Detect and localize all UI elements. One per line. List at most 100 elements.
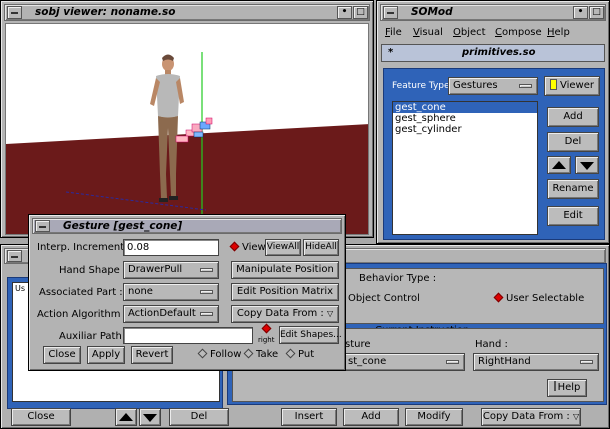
hand-shape-label: Hand Shape : xyxy=(59,265,127,276)
add-button[interactable]: Add xyxy=(343,408,399,426)
dropdown-triangle-icon: ▽ xyxy=(326,309,334,318)
revert-button[interactable]: Revert xyxy=(131,346,173,364)
window-menu-icon[interactable] xyxy=(383,6,398,19)
close-button[interactable]: Close xyxy=(11,408,71,426)
behavior-type-label: Behavior Type : xyxy=(359,273,437,284)
copy-data-from-button[interactable]: Copy Data From : ▽ xyxy=(231,305,339,323)
rename-button[interactable]: Rename xyxy=(547,179,599,199)
action-algo-select[interactable]: ActionDefault xyxy=(123,305,219,323)
hand-select[interactable]: RightHand xyxy=(473,353,599,371)
3d-viewport[interactable] xyxy=(5,23,369,235)
bottom-bar: Close Del Insert Add Modify Copy Data Fr… xyxy=(5,405,605,427)
viewer-toggle-button[interactable]: Viewer xyxy=(544,76,600,96)
manipulate-position-button[interactable]: Manipulate Position xyxy=(231,261,339,279)
right-radio-icon[interactable] xyxy=(261,323,272,334)
radio-on-icon xyxy=(229,241,240,252)
right-label: right xyxy=(258,336,275,344)
move-down-button[interactable] xyxy=(139,408,161,426)
auxiliar-label: Auxiliar Path : xyxy=(59,331,129,342)
close-button[interactable]: Close xyxy=(43,346,81,364)
move-up-button[interactable] xyxy=(547,156,571,174)
maximize-icon[interactable]: □ xyxy=(589,6,604,19)
help-button[interactable]: Help xyxy=(547,379,587,397)
window-menu-icon[interactable] xyxy=(7,250,22,262)
arrow-up-icon xyxy=(552,161,566,169)
apply-button[interactable]: Apply xyxy=(87,346,125,364)
window-menu-icon[interactable] xyxy=(7,6,22,19)
gesture-title: Gesture [gest_cone] xyxy=(63,220,183,232)
file-bar: * primitives.so xyxy=(381,44,605,62)
del-button[interactable]: Del xyxy=(169,408,229,426)
menu-object[interactable]: Object xyxy=(453,27,486,38)
hand-label: Hand : xyxy=(475,339,508,350)
add-button[interactable]: Add xyxy=(547,107,599,127)
take-label: Take xyxy=(256,349,279,360)
help-indicator xyxy=(553,381,556,391)
interp-input[interactable]: 0.08 xyxy=(123,239,219,256)
put-radio[interactable]: Put xyxy=(285,348,315,360)
viewer-titlebar[interactable]: sobj viewer: noname.so • □ xyxy=(4,4,370,21)
object-control-radio[interactable]: Object Control xyxy=(335,292,420,304)
menu-file[interactable]: File xyxy=(385,27,402,38)
scene-svg xyxy=(6,52,368,234)
viewall-button[interactable]: ViewAll xyxy=(265,239,301,256)
move-down-button[interactable] xyxy=(575,156,599,174)
action-algo-label: Action Algorithm : xyxy=(37,309,128,320)
gesture-value: st_cone xyxy=(348,356,387,367)
hand-value: RightHand xyxy=(478,356,531,367)
auxiliar-input[interactable] xyxy=(123,327,253,344)
list-item[interactable]: gest_cone xyxy=(393,102,537,113)
feature-panel: Feature Type Gestures Viewer gest_cone ge… xyxy=(383,68,605,240)
minimize-icon[interactable]: • xyxy=(337,6,352,19)
put-label: Put xyxy=(298,349,315,360)
viewer-title: sobj viewer: noname.so xyxy=(35,6,176,18)
hand-shape-select[interactable]: DrawerPull xyxy=(123,261,219,279)
user-selectable-radio[interactable]: User Selectable xyxy=(493,292,585,304)
viewer-toggle-indicator xyxy=(550,79,557,90)
assoc-part-select[interactable]: none xyxy=(123,283,219,301)
edit-shapes-button[interactable]: Edit Shapes... xyxy=(279,326,342,344)
copy-data-from-button[interactable]: Copy Data From : ▽ xyxy=(481,408,581,426)
radio-on-icon xyxy=(493,292,504,303)
modify-button[interactable]: Modify xyxy=(405,408,463,426)
menu-visual[interactable]: Visual xyxy=(413,27,443,38)
action-algo-value: ActionDefault xyxy=(128,308,196,319)
minimize-icon[interactable]: • xyxy=(573,6,588,19)
list-item[interactable]: gest_sphere xyxy=(393,113,537,124)
arrow-down-icon xyxy=(143,414,157,422)
view-radio[interactable]: View xyxy=(229,241,266,253)
gesture-titlebar[interactable]: Gesture [gest_cone] xyxy=(32,218,342,234)
assoc-part-label: Associated Part : xyxy=(39,287,123,298)
gesture-select[interactable]: st_cone xyxy=(343,353,465,371)
take-radio[interactable]: Take xyxy=(243,348,279,360)
window-menu-icon[interactable] xyxy=(35,220,50,232)
somod-titlebar[interactable]: SOMod • □ xyxy=(380,4,606,21)
maximize-icon[interactable]: □ xyxy=(353,6,368,19)
user-selectable-label: User Selectable xyxy=(506,293,585,304)
follow-label: Follow xyxy=(210,349,242,360)
move-up-button[interactable] xyxy=(115,408,137,426)
radio-off-icon xyxy=(197,348,208,359)
edit-position-matrix-button[interactable]: Edit Position Matrix xyxy=(231,283,339,301)
list-item[interactable]: gest_cylinder xyxy=(393,124,537,135)
insert-button[interactable]: Insert xyxy=(281,408,337,426)
somod-window: SOMod • □ File Visual Object Compose Hel… xyxy=(376,0,610,244)
modified-marker: * xyxy=(388,47,394,58)
copy-data-from-label: Copy Data From : xyxy=(236,308,324,319)
feature-type-value: Gestures xyxy=(453,80,498,91)
feature-type-select[interactable]: Gestures xyxy=(448,77,538,95)
file-name: primitives.so xyxy=(462,47,536,58)
rename-label: Rename xyxy=(552,183,594,194)
edit-button[interactable]: Edit xyxy=(547,206,599,226)
feature-list[interactable]: gest_cone gest_sphere gest_cylinder xyxy=(392,101,538,235)
del-button[interactable]: Del xyxy=(547,132,599,152)
list-header: Us xyxy=(15,284,26,293)
hideall-button[interactable]: HideAll xyxy=(303,239,339,256)
gesture-label: sture xyxy=(345,339,371,350)
assoc-part-value: none xyxy=(128,286,153,297)
follow-radio[interactable]: Follow xyxy=(197,348,242,360)
menubar: File Visual Object Compose Help xyxy=(381,24,605,42)
menu-help[interactable]: Help xyxy=(547,27,570,38)
radio-off-icon xyxy=(243,348,254,359)
menu-compose[interactable]: Compose xyxy=(495,27,542,38)
